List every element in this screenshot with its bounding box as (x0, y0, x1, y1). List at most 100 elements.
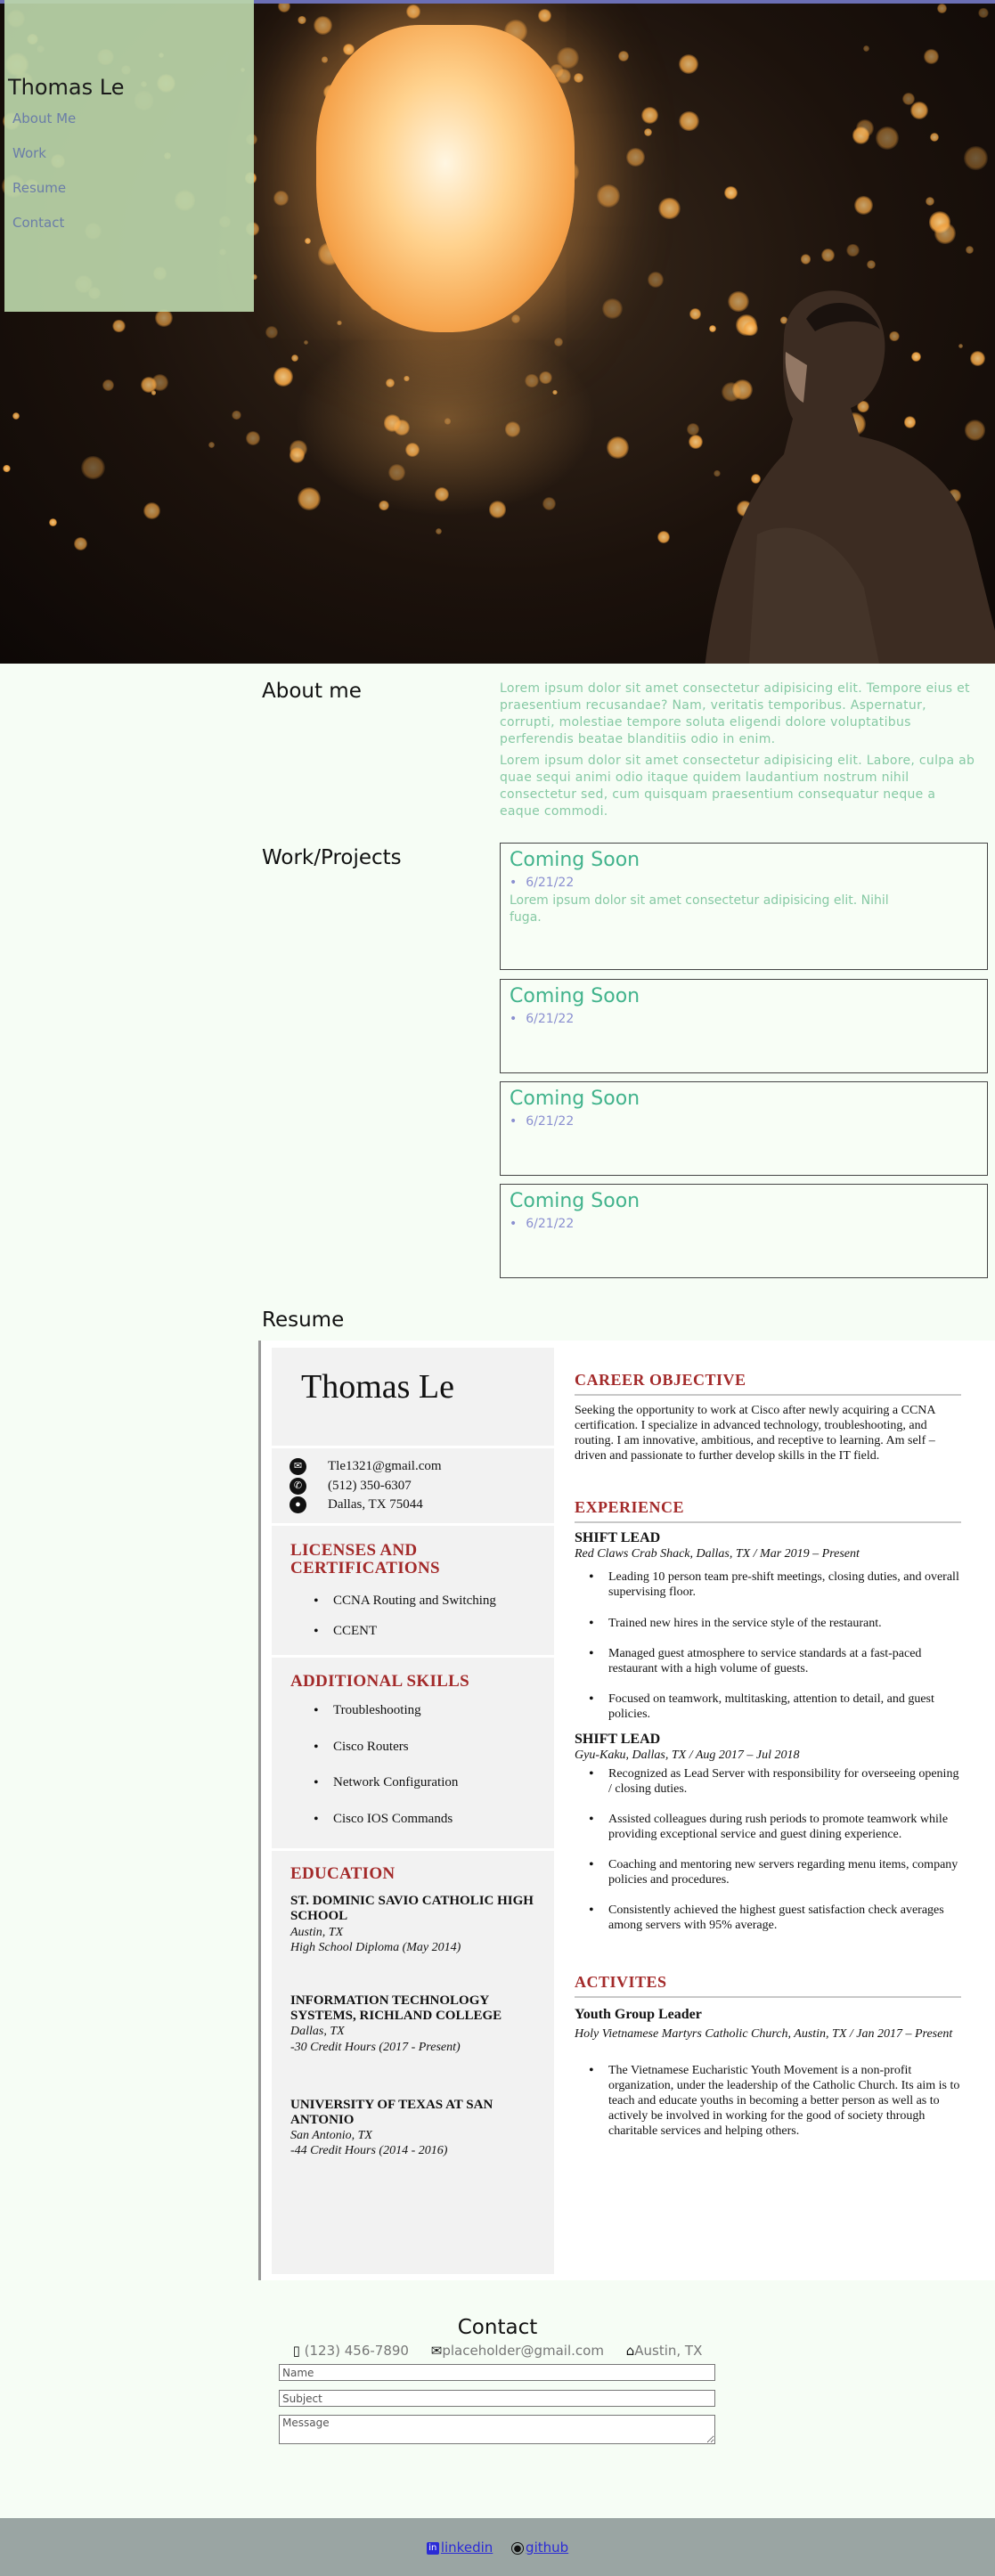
github-label: github (526, 2539, 569, 2556)
job-bullet: Trained new hires in the service style o… (589, 1616, 965, 1631)
activity-bullet: The Vietnamese Eucharistic Youth Movemen… (589, 2063, 965, 2139)
resume-location-row: ● Dallas, TX 75044 (290, 1496, 423, 1513)
license-item: CCENT (314, 1624, 377, 1640)
home-icon: ⌂ (625, 2343, 635, 2359)
activities-heading: ACTIVITES (575, 1973, 961, 1998)
project-card[interactable]: Coming Soon 6/21/22 (500, 1081, 988, 1176)
contact-heading: Contact (457, 2316, 538, 2339)
bokeh-light (232, 410, 242, 420)
skills-heading: ADDITIONAL SKILLS (290, 1672, 469, 1691)
nav-link-about[interactable]: About Me (12, 110, 76, 126)
job-bullet: Assisted colleagues during rush periods … (589, 1812, 965, 1842)
bokeh-light (290, 354, 298, 362)
job-bullet: Focused on teamwork, multitasking, atten… (589, 1692, 965, 1722)
linkedin-link[interactable]: in linkedin (426, 2539, 493, 2556)
linkedin-label: linkedin (440, 2539, 493, 2556)
project-card[interactable]: Coming Soon 6/21/22 (500, 979, 988, 1073)
project-title: Coming Soon (510, 849, 640, 871)
bokeh-light (208, 441, 215, 449)
objective-text: Seeking the opportunity to work at Cisco… (575, 1404, 935, 1463)
objective-heading: CAREER OBJECTIVE (575, 1371, 961, 1396)
job-place: Red Claws Crab Shack, Dallas, TX / Mar 2… (575, 1547, 860, 1561)
skill-item: Troubleshooting (314, 1703, 421, 1719)
bokeh-light (934, 223, 956, 244)
bokeh-light (542, 497, 556, 511)
bokeh-light (273, 366, 294, 387)
work-heading: Work/Projects (262, 846, 402, 869)
bokeh-light (435, 527, 443, 535)
message-field[interactable] (279, 2415, 715, 2444)
school-detail: High School Diploma (May 2014) (290, 1941, 461, 1954)
name-field[interactable] (279, 2364, 715, 2381)
nav-link-resume[interactable]: Resume (12, 180, 66, 196)
school-name: UNIVERSITY OF TEXAS AT SAN ANTONIO (290, 2098, 493, 2127)
skill-item: Network Configuration (314, 1775, 458, 1791)
bokeh-light (3, 464, 11, 473)
bokeh-light (337, 320, 343, 326)
bokeh-light (246, 431, 260, 445)
bokeh-light (273, 190, 289, 206)
project-date: 6/21/22 (510, 1217, 574, 1231)
license-item: CCNA Routing and Switching (314, 1594, 496, 1610)
school-location: San Antonio, TX (290, 2129, 372, 2142)
education-heading: EDUCATION (290, 1864, 396, 1883)
bokeh-light (978, 7, 989, 19)
nav-brand[interactable]: Thomas Le (8, 75, 125, 100)
bokeh-light (313, 15, 332, 35)
bokeh-light (863, 45, 869, 53)
bokeh-light (538, 9, 552, 23)
bokeh-light (856, 119, 874, 137)
phone-icon: ✆ (290, 1478, 306, 1495)
resume-name: Thomas Le (301, 1368, 455, 1406)
bokeh-light (297, 487, 321, 511)
footer-links: in linkedin ● github (0, 2539, 995, 2556)
job-bullet: Consistently achieved the highest guest … (589, 1903, 965, 1933)
bokeh-light (573, 72, 584, 83)
school-name: INFORMATION TECHNOLOGY SYSTEMS, RICHLAND… (290, 1993, 502, 2023)
bokeh-light (644, 128, 653, 137)
bokeh-light (102, 379, 114, 391)
nav-link-contact[interactable]: Contact (12, 215, 64, 231)
person-silhouette (705, 290, 995, 664)
bokeh-light (81, 456, 105, 480)
project-title: Coming Soon (510, 985, 640, 1007)
bokeh-light (658, 197, 681, 220)
bokeh-light (937, 4, 947, 14)
job-bullet: Recognized as Lead Server with responsib… (589, 1766, 965, 1797)
bokeh-light (723, 186, 738, 200)
bokeh-light (601, 298, 623, 319)
skill-item: Cisco Routers (314, 1740, 408, 1756)
bokeh-light (154, 309, 173, 328)
bokeh-light (964, 146, 988, 170)
lantern-glow (294, 321, 597, 517)
bokeh-light (854, 195, 873, 215)
bokeh-light (321, 56, 329, 63)
contact-location: Austin, TX (634, 2343, 703, 2359)
resume-left-column: Thomas Le ✉ Tle1321@gmail.com ✆ (512) 350-… (272, 1348, 554, 2274)
divider (272, 1446, 554, 1448)
project-card[interactable]: Coming Soon 6/21/22 (500, 1184, 988, 1278)
github-link[interactable]: ● github (511, 2539, 568, 2556)
job-title: SHIFT LEAD (575, 1530, 661, 1545)
divider (272, 1848, 554, 1851)
envelope-icon: ✉ (290, 1458, 306, 1475)
school-location: Dallas, TX (290, 2025, 345, 2038)
licenses-heading: LICENSES AND (290, 1541, 418, 1560)
contact-email: placeholder@gmail.com (442, 2343, 604, 2359)
nav-link-work[interactable]: Work (12, 145, 46, 161)
subject-field[interactable] (279, 2390, 715, 2407)
bokeh-light (617, 50, 630, 62)
project-date: 6/21/22 (510, 876, 574, 890)
bokeh-light (73, 537, 87, 550)
hero-banner: Thomas Le About Me Work Resume Contact (0, 0, 995, 664)
bokeh-light (303, 339, 309, 346)
resume-document: Thomas Le ✉ Tle1321@gmail.com ✆ (512) 350-… (258, 1341, 995, 2280)
school-location: Austin, TX (290, 1926, 344, 1939)
project-description: Lorem ipsum dolor sit amet consectetur a… (510, 893, 889, 925)
bokeh-light (641, 107, 659, 125)
project-card[interactable]: Coming Soon 6/21/22 Lorem ipsum dolor si… (500, 843, 988, 970)
linkedin-icon: in (426, 2541, 439, 2555)
bokeh-light (554, 337, 564, 346)
activity-place: Holy Vietnamese Martyrs Catholic Church,… (575, 2027, 953, 2041)
resume-phone-row: ✆ (512) 350-6307 (290, 1478, 412, 1495)
